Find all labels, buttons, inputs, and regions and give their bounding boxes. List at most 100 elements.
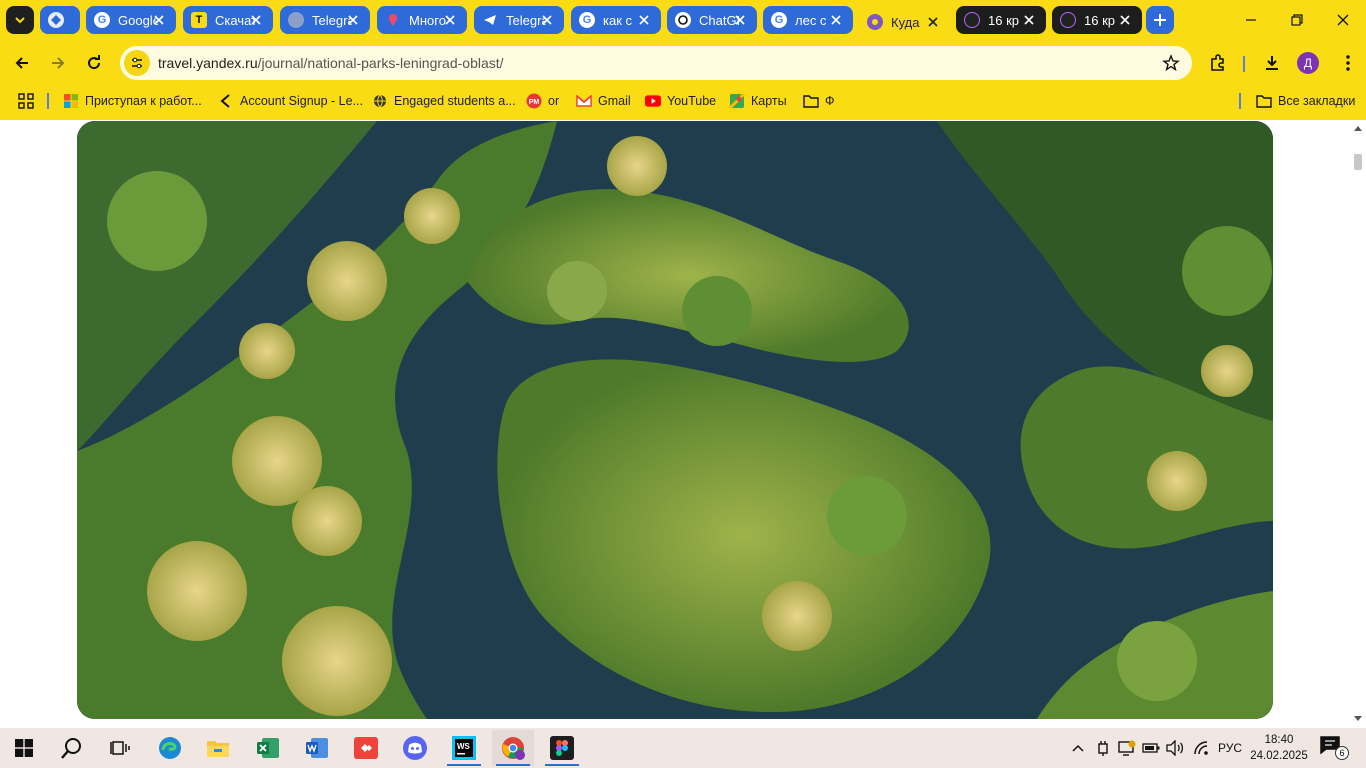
all-bookmarks-button[interactable]: Все закладки — [1256, 91, 1355, 111]
windows-color-icon — [63, 93, 79, 109]
arrow-right-icon — [52, 57, 65, 69]
bookmark-label: YouTube — [667, 94, 717, 108]
restore-button[interactable] — [1274, 0, 1320, 40]
bookmark-item[interactable]: PM or — [526, 91, 559, 111]
close-icon[interactable] — [1022, 13, 1036, 27]
tab-strip: G Google T Скачать Telegram Много Teleg — [0, 0, 1366, 40]
back-button[interactable] — [7, 48, 37, 78]
task-view-icon — [110, 741, 130, 755]
close-icon[interactable] — [540, 13, 554, 27]
tab-google[interactable]: G Google — [86, 6, 176, 34]
minimize-button[interactable] — [1228, 0, 1274, 40]
more-vert-icon — [1346, 55, 1350, 71]
close-icon[interactable] — [152, 13, 166, 27]
globe-icon — [372, 93, 388, 109]
bookmark-item[interactable]: Приступая к работ... — [63, 91, 202, 111]
google-icon: G — [579, 12, 595, 28]
network-button[interactable] — [1190, 728, 1212, 768]
url-host: travel.yandex.ru — [158, 55, 258, 71]
close-icon[interactable] — [346, 13, 360, 27]
tray-alert-button[interactable] — [1117, 728, 1137, 768]
word-icon — [306, 738, 328, 758]
scrollbar-thumb[interactable] — [1354, 154, 1362, 170]
edge-app[interactable] — [149, 730, 191, 766]
address-bar[interactable]: travel.yandex.ru/journal/national-parks-… — [120, 46, 1192, 80]
svg-text:PM: PM — [529, 99, 540, 106]
tab-les[interactable]: G лес с — [763, 6, 853, 34]
google-icon: G — [771, 12, 787, 28]
extensions-button[interactable] — [1203, 48, 1233, 78]
file-explorer-app[interactable] — [197, 730, 239, 766]
close-icon[interactable] — [733, 13, 747, 27]
downloads-button[interactable] — [1257, 48, 1287, 78]
tab-mnogo[interactable]: Много — [377, 6, 467, 34]
tab-title: Куда — [891, 14, 920, 30]
tab-telegram-web[interactable]: Telegram — [280, 6, 370, 34]
bookmark-item[interactable]: Gmail — [576, 91, 631, 111]
menu-button[interactable] — [1333, 48, 1363, 78]
tab-16kr-1[interactable]: 16 кр — [956, 6, 1046, 34]
task-view-button[interactable] — [99, 730, 141, 766]
bookmark-item[interactable]: Account Signup - Le... — [218, 91, 363, 111]
word-app[interactable] — [296, 730, 338, 766]
bookmark-item[interactable]: YouTube — [645, 91, 716, 111]
close-window-button[interactable] — [1320, 0, 1366, 40]
battery-button[interactable] — [1141, 728, 1161, 768]
clock-date: 24.02.2025 — [1250, 750, 1308, 762]
language-indicator[interactable]: РУС — [1214, 728, 1246, 768]
figma-app[interactable] — [541, 730, 583, 766]
reload-button[interactable] — [79, 48, 109, 78]
tab-pinned[interactable] — [40, 6, 80, 34]
puzzle-icon — [1211, 54, 1224, 71]
folder-icon — [1256, 93, 1272, 109]
tab-skachat[interactable]: T Скачать — [183, 6, 273, 34]
chrome-icon — [502, 737, 525, 760]
scroll-up-icon[interactable] — [1354, 125, 1362, 131]
bookmark-item[interactable]: Engaged students a... — [372, 91, 516, 111]
close-icon[interactable] — [829, 13, 843, 27]
webstorm-app[interactable]: WS — [443, 730, 485, 766]
close-icon[interactable] — [1118, 13, 1132, 27]
volume-button[interactable] — [1164, 728, 1186, 768]
page-content — [0, 120, 1366, 728]
forward-button[interactable] — [43, 48, 73, 78]
apps-button[interactable] — [18, 91, 34, 111]
clock[interactable]: 18:40 24.02.2025 — [1248, 732, 1310, 764]
notification-center-button[interactable]: 6 — [1320, 736, 1350, 760]
tab-kuda-active[interactable]: Куда — [859, 4, 950, 40]
profile-avatar[interactable]: Д — [1297, 52, 1319, 74]
close-icon[interactable] — [926, 15, 940, 29]
figma-icon — [550, 736, 574, 760]
bookmarks-divider — [47, 93, 49, 109]
new-tab-button[interactable] — [1146, 6, 1174, 34]
app-icon — [1060, 12, 1076, 28]
bookmark-item[interactable]: Карты — [729, 91, 787, 111]
show-hidden-icons-button[interactable] — [1068, 728, 1088, 768]
tab-kak[interactable]: G как с — [571, 6, 661, 34]
discord-app[interactable] — [394, 730, 436, 766]
close-icon[interactable] — [249, 13, 263, 27]
star-icon[interactable] — [1162, 54, 1180, 72]
anydesk-app[interactable] — [345, 730, 387, 766]
site-info-button[interactable] — [124, 50, 150, 76]
start-button[interactable] — [3, 730, 45, 766]
gmail-icon — [576, 93, 592, 109]
search-button[interactable] — [51, 730, 93, 766]
excel-app[interactable] — [247, 730, 289, 766]
tab-telegram[interactable]: Telegram — [474, 6, 564, 34]
scrollbar[interactable] — [1350, 120, 1366, 728]
arrow-icon — [218, 93, 234, 109]
youtube-icon — [645, 93, 661, 109]
bookmark-folder[interactable]: Ф — [803, 91, 835, 111]
browser-chrome: G Google T Скачать Telegram Много Teleg — [0, 0, 1366, 120]
close-icon[interactable] — [443, 13, 457, 27]
tab-chatgpt[interactable]: ChatGPT — [667, 6, 757, 34]
scroll-down-icon[interactable] — [1354, 716, 1362, 722]
tab-16kr-2[interactable]: 16 кр — [1052, 6, 1142, 34]
pm-icon: PM — [526, 93, 542, 109]
close-icon[interactable] — [637, 13, 651, 27]
bookmarks-bar: Приступая к работ... Account Signup - Le… — [0, 86, 1366, 116]
tray-device-button[interactable] — [1093, 728, 1113, 768]
tab-search-button[interactable] — [6, 6, 34, 34]
chrome-app[interactable] — [492, 730, 534, 766]
